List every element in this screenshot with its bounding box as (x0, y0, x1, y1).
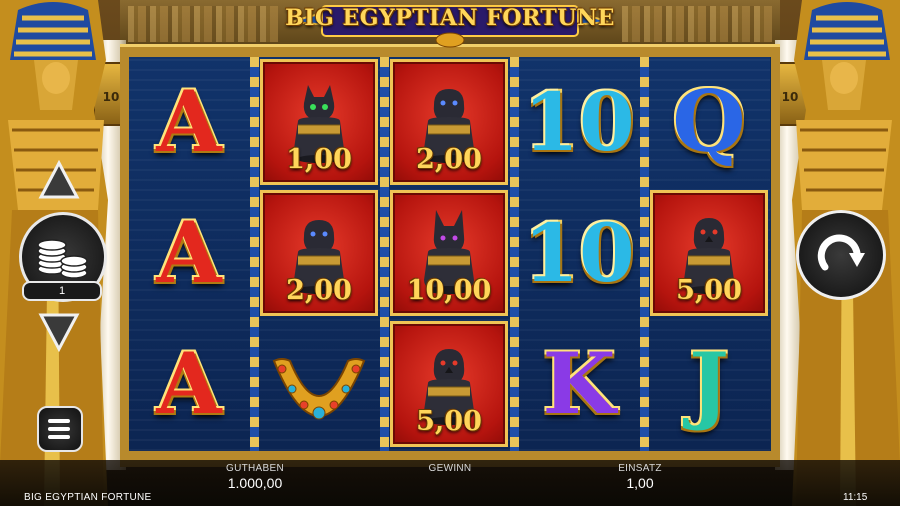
spin-button[interactable] (796, 210, 886, 300)
reel-4: 10 10 K (519, 57, 640, 451)
circular-arrow-icon (817, 234, 865, 271)
symbol-a: A (156, 334, 222, 433)
reel-cell: 2,00 (390, 59, 508, 185)
reel-cell: K (520, 321, 638, 447)
logo-text: BIG EGYPTIAN FORTUNE (285, 5, 615, 31)
clock: 11:15 (843, 492, 868, 503)
reel-2: 1,00 2,00 (259, 57, 380, 451)
win-label: GEWINN (428, 463, 472, 474)
cash-value: 2,00 (286, 275, 352, 306)
game-scene: 10 10 A A A 1,00 2,00 2,00 10,00 5,00 10 10 K Q 5,00… (0, 0, 900, 506)
reel-5: Q 5,00 J (649, 57, 770, 451)
reel-cell: A (130, 59, 248, 185)
reel-grid: A A A 1,00 2,00 2,00 10,00 5,00 10 10 K Q 5,00 J (129, 57, 771, 451)
reel-cell: 2,00 (260, 190, 378, 316)
symbol-ten: 10 (523, 206, 635, 300)
reel-cell: A (130, 321, 248, 447)
symbol-k: K (542, 334, 616, 433)
reel-separator (640, 57, 649, 451)
reel-1: AAA (129, 57, 250, 451)
reel-cell (260, 321, 378, 447)
bet-decrease-button[interactable] (38, 310, 80, 353)
symbol-q: Q (672, 72, 746, 171)
reel-cell: J (650, 321, 768, 447)
balance-label: GUTHABEN (226, 463, 284, 474)
symbol-ten: 10 (523, 75, 635, 169)
reel-cell: Q (650, 59, 768, 185)
cash-value: 10,00 (406, 275, 492, 306)
bet-increase-button[interactable] (38, 159, 80, 202)
gold-collar-necklace-icon (272, 358, 366, 420)
symbol-a: A (156, 203, 222, 302)
cash-value: 2,00 (416, 144, 482, 175)
reel-cell: 5,00 (650, 190, 768, 316)
game-name: BIG EGYPTIAN FORTUNE (24, 492, 152, 503)
reel-cell: 1,00 (260, 59, 378, 185)
menu-button[interactable] (37, 406, 83, 452)
bet-level-display: 1 (22, 281, 102, 301)
reel-separator (380, 57, 389, 451)
reel-separator (250, 57, 259, 451)
reel-3: 2,00 10,00 5,00 (389, 57, 510, 451)
reel-cell: A (130, 190, 248, 316)
symbol-j: J (689, 334, 729, 433)
bet-label: EINSATZ (618, 463, 662, 474)
hieroglyph-strip-right (622, 6, 772, 42)
reel-cell: 10 (520, 190, 638, 316)
game-logo: BIG EGYPTIAN FORTUNE (282, 0, 618, 50)
symbol-a: A (156, 72, 222, 171)
triangle-down-icon (38, 313, 80, 353)
balance-value: 1.000,00 (227, 475, 283, 491)
cash-value: 1,00 (286, 144, 352, 175)
triangle-up-icon (38, 159, 80, 199)
cash-value: 5,00 (416, 406, 482, 437)
hamburger-menu-icon (48, 419, 70, 439)
reel-cell: 10,00 (390, 190, 508, 316)
reel-cell: 5,00 (390, 321, 508, 447)
reel-cell: 10 (520, 59, 638, 185)
hieroglyph-strip-left (128, 6, 278, 42)
reel-separator (510, 57, 519, 451)
cash-value: 5,00 (676, 275, 742, 306)
bet-value: 1,00 (626, 475, 654, 491)
